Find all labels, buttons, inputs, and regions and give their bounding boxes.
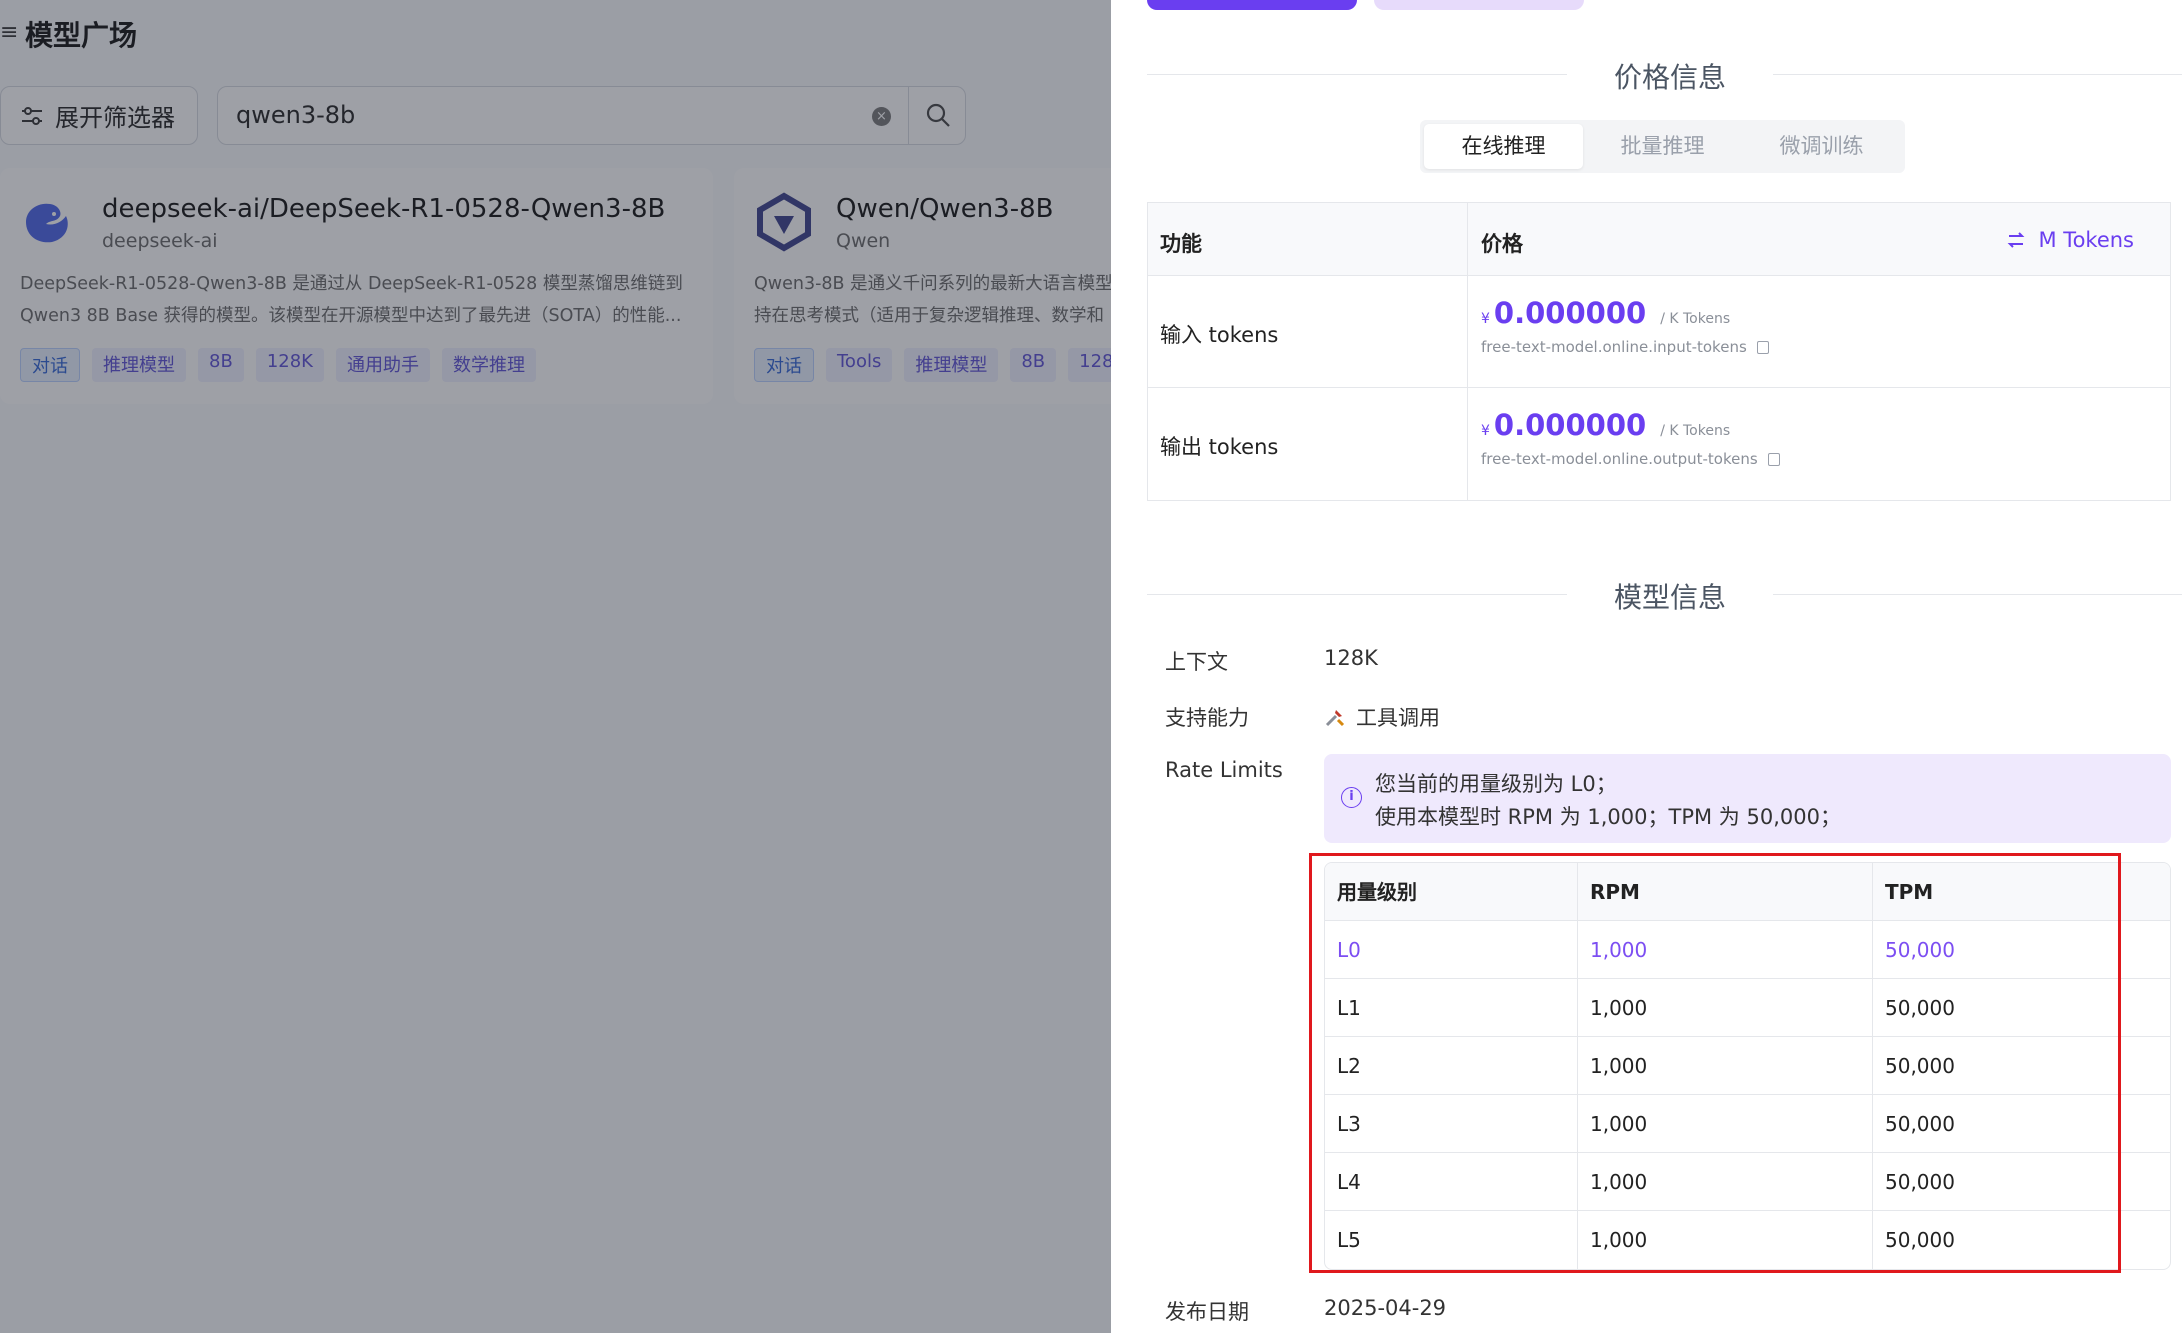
model-square-page: ≡ 模型广场 展开筛选器 qwen3-8b × deepseek-ai/Deep…	[0, 0, 1111, 1333]
model-section-title: 模型信息	[1613, 581, 1726, 614]
annotation-highlight-box	[1309, 853, 2121, 1273]
capability-label: 支持能力	[1165, 706, 1249, 730]
row-label-cell: 输入 tokens	[1148, 276, 1468, 387]
context-value: 128K	[1324, 646, 1378, 670]
row-price-cell: ¥ 0.000000 / K Tokens free-text-model.on…	[1469, 388, 2170, 500]
price-section-header: 价格信息	[1147, 54, 2182, 94]
price-line: ¥ 0.000000 / K Tokens	[1481, 408, 1730, 442]
price-table: 功能 价格 M Tokens 输入 tokens ¥ 0.000000 / K …	[1147, 202, 2171, 501]
price-row: 输入 tokens ¥ 0.000000 / K Tokens free-tex…	[1148, 276, 2170, 388]
context-value-text: 128K	[1324, 646, 1378, 670]
tools-icon	[1325, 710, 1345, 727]
model-detail-drawer: 价格信息 在线推理 批量推理 微调训练 功能 价格 M Tokens 输入 to…	[1111, 0, 2182, 1333]
row-label: 输入 tokens	[1160, 323, 1279, 347]
divider	[1773, 74, 2182, 75]
model-section-header: 模型信息	[1147, 574, 2182, 614]
rate-limits-label: Rate Limits	[1165, 758, 1283, 782]
usage-level-alert: i 您当前的用量级别为 L0； 使用本模型时 RPM 为 1,000；TPM 为…	[1324, 754, 2171, 843]
copy-icon[interactable]	[1767, 452, 1780, 466]
tab-online-inference[interactable]: 在线推理	[1424, 124, 1583, 169]
divider	[1147, 74, 1567, 75]
release-date-value: 2025-04-29	[1324, 1296, 1446, 1320]
primary-action-button[interactable]	[1147, 0, 1357, 10]
unit-toggle-button[interactable]: M Tokens	[2007, 228, 2134, 252]
header-cell: 价格 M Tokens	[1469, 203, 2170, 275]
divider	[1773, 594, 2182, 595]
price-value: 0.000000	[1493, 296, 1647, 330]
currency-symbol: ¥	[1481, 423, 1490, 439]
release-date-text: 2025-04-29	[1324, 1296, 1447, 1320]
billing-code-line: free-text-model.online.output-tokens	[1481, 450, 1780, 468]
capability-text: 工具调用	[1356, 706, 1440, 730]
billing-code-line: free-text-model.online.input-tokens	[1481, 338, 1769, 356]
info-icon: i	[1341, 787, 1362, 808]
col-price: 价格	[1481, 232, 1523, 256]
alert-line-2: 使用本模型时 RPM 为 1,000；TPM 为 50,000；	[1375, 805, 1841, 829]
swap-arrows-icon	[2007, 232, 2024, 248]
header-cell: 功能	[1148, 203, 1468, 275]
tab-batch-inference[interactable]: 批量推理	[1583, 124, 1742, 169]
capability-value: 工具调用	[1324, 702, 1440, 732]
inference-mode-tabs: 在线推理 批量推理 微调训练	[1420, 120, 1905, 173]
divider	[1147, 594, 1567, 595]
copy-icon[interactable]	[1756, 340, 1769, 354]
currency-symbol: ¥	[1481, 311, 1490, 327]
billing-code: free-text-model.online.input-tokens	[1481, 338, 1747, 356]
price-row: 输出 tokens ¥ 0.000000 / K Tokens free-tex…	[1148, 388, 2170, 500]
price-unit: / K Tokens	[1660, 311, 1731, 327]
billing-code: free-text-model.online.output-tokens	[1481, 450, 1758, 468]
price-table-header: 功能 价格 M Tokens	[1148, 203, 2170, 276]
row-label: 输出 tokens	[1160, 435, 1279, 459]
modal-overlay[interactable]	[0, 0, 1111, 1333]
price-unit: / K Tokens	[1660, 423, 1731, 439]
secondary-action-button[interactable]	[1374, 0, 1584, 10]
alert-line-1: 您当前的用量级别为 L0；	[1375, 772, 1617, 796]
unit-toggle-label: M Tokens	[2038, 228, 2134, 252]
price-value: 0.000000	[1493, 408, 1647, 442]
price-section-title: 价格信息	[1613, 61, 1726, 94]
release-date-label: 发布日期	[1165, 1300, 1249, 1324]
row-label-cell: 输出 tokens	[1148, 388, 1468, 500]
tab-finetune-training[interactable]: 微调训练	[1742, 124, 1901, 169]
col-function: 功能	[1160, 232, 1202, 256]
price-line: ¥ 0.000000 / K Tokens	[1481, 296, 1730, 330]
context-label: 上下文	[1165, 650, 1228, 674]
row-price-cell: ¥ 0.000000 / K Tokens free-text-model.on…	[1469, 276, 2170, 387]
